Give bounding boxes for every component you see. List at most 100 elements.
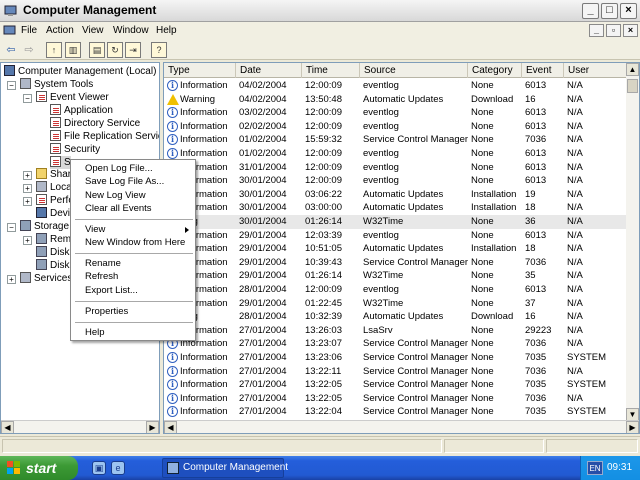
table-row[interactable]: i Information 27/01/2004 13:22:04 Service Co… xyxy=(164,405,627,419)
up-level-icon[interactable]: ↑ xyxy=(46,42,62,58)
scroll-thumb[interactable] xyxy=(627,79,638,93)
table-row[interactable]: ining30/01/200401:26:14W32TimeNone36N/A xyxy=(164,215,627,229)
export-list-icon[interactable]: ⇥ xyxy=(125,42,141,58)
table-row[interactable]: iInformation29/01/200401:26:14W32TimeNon… xyxy=(164,269,627,283)
list-scroll-right-icon[interactable]: ▶ xyxy=(626,421,639,433)
table-row[interactable]: iInformation27/01/200413:26:03LsaSrvNone… xyxy=(164,324,627,338)
show-hide-tree-icon[interactable]: ▥ xyxy=(65,42,81,58)
expand-local-users[interactable]: + xyxy=(23,184,32,193)
table-row[interactable]: i Information 27/01/2004 13:22:11 Service Co… xyxy=(164,365,627,379)
column-header-user[interactable]: User xyxy=(564,63,627,78)
tree-item-system-tools[interactable]: System Tools xyxy=(20,78,93,91)
list-scroll-left-icon[interactable]: ◀ xyxy=(164,421,177,433)
table-row[interactable]: iInformation29/01/200410:51:05Automatic … xyxy=(164,242,627,256)
expand-shared-folders[interactable]: + xyxy=(23,171,32,180)
event-list[interactable]: Type Date Time Source Category Event Use… xyxy=(163,62,640,434)
table-row[interactable]: i Information 02/02/2004 12:00:09 eventlog No… xyxy=(164,120,627,134)
context-item-save-log-file-as[interactable]: Save Log File As... xyxy=(85,175,164,188)
cell-event: 7036 xyxy=(525,134,547,146)
column-header-category[interactable]: Category xyxy=(468,63,522,78)
table-row[interactable]: iInformation30/01/200412:00:09eventlogNo… xyxy=(164,174,627,188)
context-item-help[interactable]: Help xyxy=(85,326,105,339)
document-window-icon[interactable] xyxy=(3,24,17,38)
table-row[interactable]: i Information 01/02/2004 15:59:32 Service Co… xyxy=(164,133,627,147)
table-row[interactable]: iInformation31/01/200412:00:09eventlogNo… xyxy=(164,161,627,175)
menu-help[interactable]: Help xyxy=(156,25,177,36)
expand-performance[interactable]: + xyxy=(23,197,32,206)
collapse-storage[interactable]: − xyxy=(7,223,16,232)
menu-file[interactable]: File xyxy=(21,25,37,36)
table-row[interactable]: Warning 04/02/2004 13:50:48 Automatic Updat… xyxy=(164,93,627,107)
context-item-refresh[interactable]: Refresh xyxy=(85,270,118,283)
context-item-new-window-from-here[interactable]: New Window from Here xyxy=(85,236,185,249)
mdi-close-button[interactable]: × xyxy=(623,24,638,37)
tree-item-event-viewer[interactable]: Event Viewer xyxy=(36,91,109,104)
tree-horizontal-scrollbar[interactable]: ◀ ▶ xyxy=(1,420,159,433)
expand-services-applications[interactable]: + xyxy=(7,275,16,284)
minimize-button[interactable]: _ xyxy=(582,3,599,19)
list-vertical-scrollbar[interactable]: ▲ ▼ xyxy=(626,63,639,421)
context-item-properties[interactable]: Properties xyxy=(85,305,128,318)
table-row[interactable]: i Information 03/02/2004 12:00:09 eventlog No… xyxy=(164,106,627,120)
expand-removable-storage[interactable]: + xyxy=(23,236,32,245)
menu-window[interactable]: Window xyxy=(113,25,149,36)
cell-source: eventlog xyxy=(363,148,399,159)
cell-type: Information xyxy=(180,365,228,377)
table-row[interactable]: iInformation28/01/200412:00:09eventlogNo… xyxy=(164,283,627,297)
tree-item-storage[interactable]: Storage xyxy=(20,220,69,233)
mdi-restore-button[interactable]: ▫ xyxy=(606,24,621,37)
tree-item-security[interactable]: Security xyxy=(50,143,100,156)
table-row[interactable]: i Information 04/02/2004 12:00:09 eventlog No… xyxy=(164,79,627,93)
title-bar[interactable]: Computer Management _ □ × xyxy=(0,0,640,22)
context-item-view[interactable]: View xyxy=(85,223,105,236)
menu-action[interactable]: Action xyxy=(46,25,74,36)
table-row[interactable]: i Information 27/01/2004 13:23:07 Service Co… xyxy=(164,337,627,351)
collapse-event-viewer[interactable]: − xyxy=(23,94,32,103)
language-indicator[interactable]: EN xyxy=(587,461,603,475)
tree-item-performance[interactable]: Perfo xyxy=(36,194,74,207)
tree-item-file-replication-service[interactable]: File Replication Service xyxy=(50,130,159,143)
table-row[interactable]: i Information 27/01/2004 13:23:06 Service Co… xyxy=(164,351,627,365)
scroll-left-icon[interactable]: ◀ xyxy=(1,421,14,433)
table-row[interactable]: i Information 01/02/2004 12:00:09 eventlog No… xyxy=(164,147,627,161)
tree-item-application[interactable]: Application xyxy=(50,104,113,117)
show-desktop-icon[interactable]: ▣ xyxy=(92,461,106,475)
back-arrow-icon[interactable]: ⇦ xyxy=(3,42,19,58)
refresh-icon[interactable]: ↻ xyxy=(107,42,123,58)
column-header-date[interactable]: Date xyxy=(236,63,302,78)
table-row[interactable]: iInformation30/01/200403:00:00Automatic … xyxy=(164,201,627,215)
tree-item-directory-service[interactable]: Directory Service xyxy=(50,117,140,130)
table-row[interactable]: iInformation29/01/200410:39:43Service Co… xyxy=(164,256,627,270)
list-horizontal-scrollbar[interactable]: ◀ ▶ xyxy=(164,420,639,433)
forward-arrow-icon[interactable]: ⇨ xyxy=(21,42,37,58)
taskbar-button-computer-management[interactable]: Computer Management xyxy=(162,458,288,478)
internet-explorer-icon[interactable]: e xyxy=(111,461,125,475)
tree-item-computer-management[interactable]: Computer Management (Local) xyxy=(4,65,156,78)
context-item-new-log-view[interactable]: New Log View xyxy=(85,189,146,202)
mdi-minimize-button[interactable]: _ xyxy=(589,24,604,37)
column-header-event[interactable]: Event xyxy=(522,63,564,78)
close-button[interactable]: × xyxy=(620,3,637,19)
column-header-source[interactable]: Source xyxy=(360,63,468,78)
start-button[interactable]: start xyxy=(0,456,78,480)
collapse-system-tools[interactable]: − xyxy=(7,81,16,90)
table-row[interactable]: i Information 27/01/2004 13:22:05 Service Co… xyxy=(164,378,627,392)
context-item-export-list[interactable]: Export List... xyxy=(85,284,138,297)
table-row[interactable]: iInformation29/01/200401:22:45W32TimeNon… xyxy=(164,297,627,311)
table-row[interactable]: iInformation30/01/200403:06:22Automatic … xyxy=(164,188,627,202)
column-header-time[interactable]: Time xyxy=(302,63,360,78)
context-item-open-log-file[interactable]: Open Log File... xyxy=(85,162,153,175)
context-item-rename[interactable]: Rename xyxy=(85,257,121,270)
properties-icon[interactable]: ▤ xyxy=(89,42,105,58)
maximize-button[interactable]: □ xyxy=(601,3,618,19)
scroll-up-icon[interactable]: ▲ xyxy=(626,63,639,76)
tree-item-local-users[interactable]: Local xyxy=(36,181,74,194)
column-header-type[interactable]: Type xyxy=(164,63,236,78)
menu-view[interactable]: View xyxy=(82,25,104,36)
table-row[interactable]: i Information 27/01/2004 13:22:05 Service Co… xyxy=(164,392,627,406)
table-row[interactable]: ining28/01/200410:32:39Automatic Updates… xyxy=(164,310,627,324)
scroll-right-icon[interactable]: ▶ xyxy=(146,421,159,433)
table-row[interactable]: iInformation29/01/200412:03:39eventlogNo… xyxy=(164,229,627,243)
context-item-clear-all-events[interactable]: Clear all Events xyxy=(85,202,152,215)
help-icon[interactable]: ? xyxy=(151,42,167,58)
